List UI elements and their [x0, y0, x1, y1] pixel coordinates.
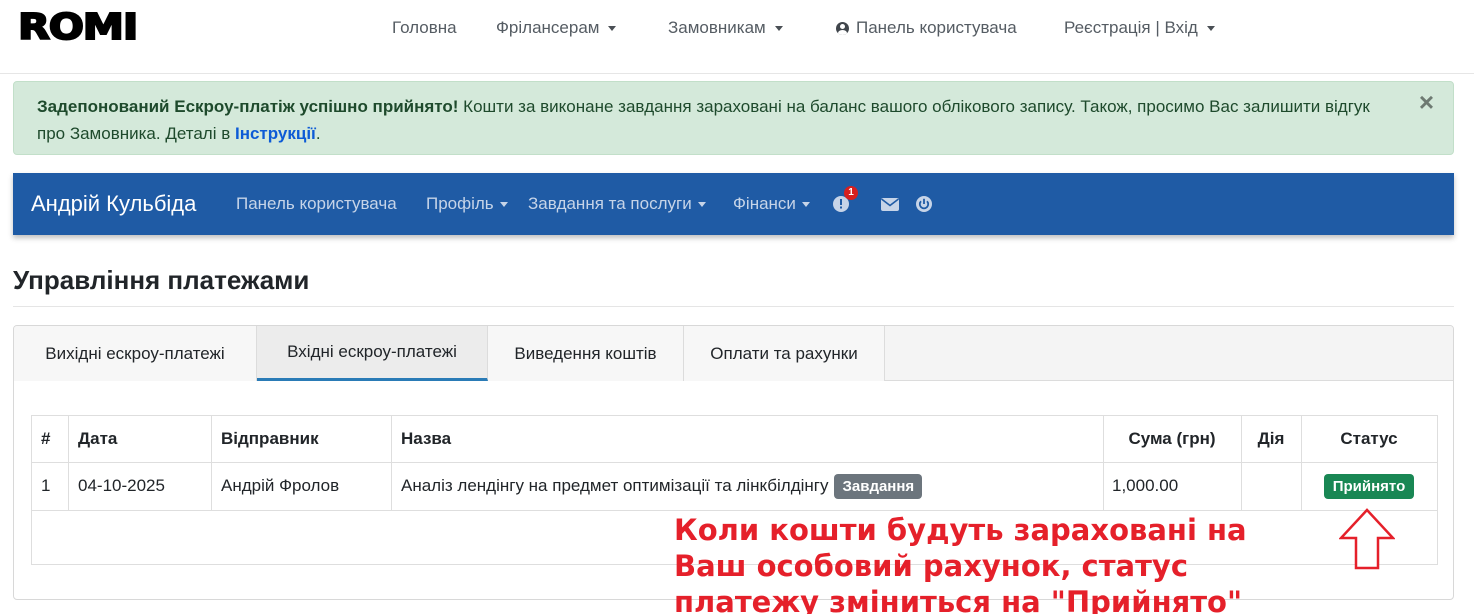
user-circle-icon [836, 21, 849, 35]
task-type-badge: Завдання [834, 473, 923, 499]
title-divider [13, 306, 1454, 307]
status-badge: Прийнято [1323, 473, 1415, 499]
annotation-note: Коли кошти будуть зараховані на Ваш особ… [674, 513, 1247, 614]
chevron-down-icon [697, 201, 706, 207]
column-header-action: Дія [1257, 429, 1285, 448]
tab-label: Виведення коштів [514, 343, 657, 363]
usernav-tasks-label: Завдання та послуги [528, 194, 692, 213]
tab-incoming-escrow[interactable]: Вхідні ескроу-платежі [257, 326, 488, 381]
success-alert: Задепонований Ескроу-платіж успішно прий… [13, 81, 1454, 155]
nav-register-login-dropdown[interactable]: Реєстрація | Вхід [1064, 17, 1215, 39]
page-title: Управління платежами [13, 265, 310, 295]
column-divider [68, 416, 69, 510]
row-amount: 1,000.00 [1112, 476, 1179, 495]
chevron-down-icon [499, 201, 508, 207]
logout-button[interactable] [915, 195, 933, 213]
column-header-number: # [41, 429, 51, 448]
tab-label: Вхідні ескроу-платежі [287, 342, 457, 361]
alert-headline: Задепонований Ескроу-платіж успішно прий… [37, 97, 459, 116]
column-header-amount: Сума (грн) [1128, 429, 1216, 448]
nav-clients-label: Замовникам [668, 18, 766, 37]
row-date: 04-10-2025 [78, 476, 165, 495]
usernav-finance-dropdown[interactable]: Фінанси [733, 193, 810, 215]
chevron-down-icon [1206, 25, 1215, 31]
tab-payments-invoices[interactable]: Оплати та рахунки [684, 326, 885, 381]
usernav-profile-dropdown[interactable]: Профіль [426, 193, 508, 215]
instructions-link[interactable]: Інструкції [235, 124, 316, 143]
row-title-cell: Аналіз лендінгу на предмет оптимізації т… [401, 462, 923, 510]
nav-home-link[interactable]: Головна [392, 17, 457, 39]
row-divider [32, 510, 1437, 511]
power-icon [916, 196, 932, 212]
nav-clients-dropdown[interactable]: Замовникам [668, 17, 783, 39]
nav-register-login-label: Реєстрація | Вхід [1064, 18, 1198, 37]
arrow-up-icon [1339, 508, 1395, 570]
row-sender[interactable]: Андрій Фролов [221, 462, 339, 510]
messages-button[interactable] [880, 195, 900, 213]
row-status-cell: Прийнято [1301, 462, 1437, 510]
tab-label: Вихідні ескроу-платежі [45, 343, 225, 363]
mail-icon [881, 198, 899, 211]
nav-user-panel-label: Панель користувача [856, 18, 1017, 37]
column-header-sender: Відправник [221, 429, 319, 448]
site-logo[interactable]: ROMI [17, 7, 140, 49]
usernav-profile-label: Профіль [426, 194, 494, 213]
usernav-finance-label: Фінанси [733, 194, 796, 213]
column-divider [391, 416, 392, 510]
nav-user-panel-link[interactable]: Панель користувача [836, 17, 1017, 39]
chevron-down-icon [774, 25, 783, 31]
chevron-down-icon [608, 25, 617, 31]
user-navbar: Андрій Кульбіда Панель користувача Профі… [13, 173, 1454, 235]
usernav-dashboard-link[interactable]: Панель користувача [236, 193, 397, 215]
tab-label: Оплати та рахунки [710, 343, 858, 363]
usernav-dashboard-label: Панель користувача [236, 194, 397, 213]
chevron-down-icon [801, 201, 810, 207]
notification-count-badge: 1 [844, 186, 858, 200]
top-navbar: ROMI Головна Фрілансерам Замовникам Пане… [0, 0, 1474, 74]
column-header-status: Статус [1340, 429, 1398, 448]
column-header-title: Назва [401, 429, 452, 448]
column-header-date: Дата [78, 429, 118, 448]
close-icon[interactable]: × [1419, 88, 1434, 116]
tab-withdrawals[interactable]: Виведення коштів [488, 326, 684, 381]
tab-outgoing-escrow[interactable]: Вихідні ескроу-платежі [14, 326, 257, 381]
alert-end: . [315, 124, 321, 143]
row-number: 1 [41, 476, 51, 495]
nav-freelancers-dropdown[interactable]: Фрілансерам [496, 17, 617, 39]
payment-tabs: Вихідні ескроу-платежі Вхідні ескроу-пла… [14, 326, 1453, 381]
usernav-tasks-dropdown[interactable]: Завдання та послуги [528, 193, 706, 215]
user-name-brand[interactable]: Андрій Кульбіда [31, 191, 196, 217]
logo-text: ROMI [17, 7, 140, 49]
nav-freelancers-label: Фрілансерам [496, 18, 600, 37]
row-title[interactable]: Аналіз лендінгу на предмет оптимізації т… [401, 476, 828, 496]
row-action [1241, 462, 1301, 510]
notifications-button[interactable]: 1 [832, 186, 858, 213]
column-divider [211, 416, 212, 510]
nav-home-label: Головна [392, 18, 457, 37]
